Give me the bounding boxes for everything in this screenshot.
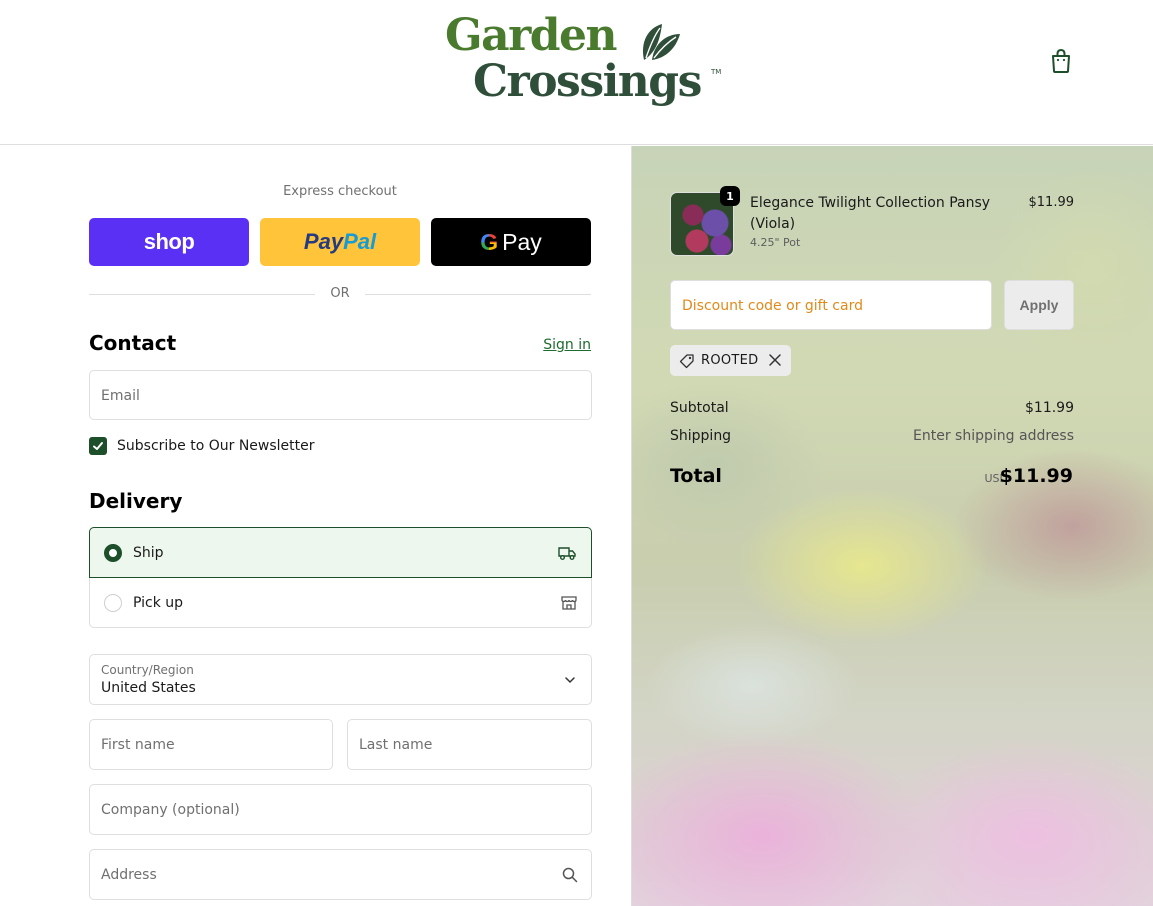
sign-in-link[interactable]: Sign in [520, 337, 591, 353]
garden-background-image [632, 146, 1153, 906]
checkmark-icon [93, 442, 103, 450]
checkout-form-panel: Express checkout shop Pay Pal G Pay OR Co… [0, 146, 631, 906]
address-field[interactable]: Address [89, 849, 592, 900]
pickup-radio[interactable] [104, 594, 122, 612]
remove-discount-close-icon[interactable] [768, 353, 782, 367]
search-icon[interactable] [562, 867, 578, 883]
company-field[interactable]: Company (optional) [89, 784, 592, 835]
discount-code-input[interactable]: Discount code or gift card [670, 280, 992, 330]
last-name-placeholder: Last name [359, 737, 433, 753]
shipping-value: Enter shipping address [913, 428, 1074, 444]
logo-trademark: TM [711, 68, 722, 76]
contact-heading: Contact [89, 331, 177, 355]
shop-pay-label: shop [143, 229, 195, 254]
divider-line-right [365, 294, 591, 295]
discount-placeholder: Discount code or gift card [682, 298, 863, 314]
apply-discount-button[interactable]: Apply [1004, 280, 1074, 330]
product-variant: 4.25" Pot [750, 236, 801, 249]
garden-crossings-logo[interactable]: Garden Crossings TM [445, 10, 725, 120]
paypal-button[interactable]: Pay Pal [260, 218, 420, 266]
google-pay-button[interactable]: G Pay [431, 218, 591, 266]
store-icon [561, 596, 577, 610]
total-label: Total [670, 465, 722, 487]
country-region-value: United States [101, 680, 196, 696]
country-region-label: Country/Region [101, 663, 194, 677]
email-placeholder: Email [101, 388, 140, 404]
logo-word-garden: Garden [445, 10, 618, 61]
email-field[interactable]: Email [89, 370, 592, 420]
truck-icon [558, 547, 576, 560]
newsletter-checkbox-row[interactable]: Subscribe to Our Newsletter [89, 436, 315, 456]
newsletter-checkbox[interactable] [89, 437, 107, 455]
paypal-label-pal: Pal [343, 229, 377, 254]
newsletter-label: Subscribe to Our Newsletter [117, 438, 315, 454]
paypal-label-pay: Pay [303, 229, 344, 254]
chevron-down-icon [565, 677, 575, 684]
or-divider: OR [89, 284, 591, 304]
or-label: OR [330, 286, 350, 301]
pickup-label: Pick up [133, 595, 184, 611]
tag-icon [679, 353, 694, 368]
shopping-bag-icon[interactable] [1049, 48, 1073, 74]
delivery-option-pickup[interactable]: Pick up [90, 578, 593, 628]
subtotal-value: $11.99 [1025, 400, 1074, 416]
delivery-heading: Delivery [89, 489, 183, 513]
site-header: Garden Crossings TM [0, 0, 1153, 145]
order-summary-panel: 1 Elegance Twilight Collection Pansy (Vi… [631, 146, 1153, 906]
product-price: $11.99 [1028, 195, 1075, 210]
company-placeholder: Company (optional) [101, 802, 240, 818]
google-g-icon: G [480, 228, 499, 255]
address-placeholder: Address [101, 867, 157, 883]
applied-discount-chip: ROOTED [670, 345, 791, 376]
subtotal-label: Subtotal [670, 400, 729, 416]
ship-radio[interactable] [104, 544, 122, 562]
logo-word-crossings: Crossings [473, 56, 702, 107]
google-pay-label: Pay [502, 228, 542, 255]
product-name: Elegance Twilight Collection Pansy (Viol… [750, 195, 991, 232]
quantity-badge: 1 [720, 186, 740, 206]
first-name-placeholder: First name [101, 737, 175, 753]
ship-label: Ship [133, 545, 164, 561]
delivery-option-ship[interactable]: Ship [89, 527, 592, 578]
delivery-method-group: Ship Pick up [89, 527, 592, 628]
shop-pay-button[interactable]: shop [89, 218, 249, 266]
express-checkout-label: Express checkout [283, 184, 397, 199]
shipping-label: Shipping [670, 428, 732, 444]
divider-line-left [89, 294, 315, 295]
applied-discount-code: ROOTED [701, 353, 759, 368]
first-name-field[interactable]: First name [89, 719, 333, 770]
country-region-select[interactable]: Country/Region United States [89, 654, 592, 705]
total-value: $11.99 [999, 465, 1073, 487]
last-name-field[interactable]: Last name [347, 719, 592, 770]
